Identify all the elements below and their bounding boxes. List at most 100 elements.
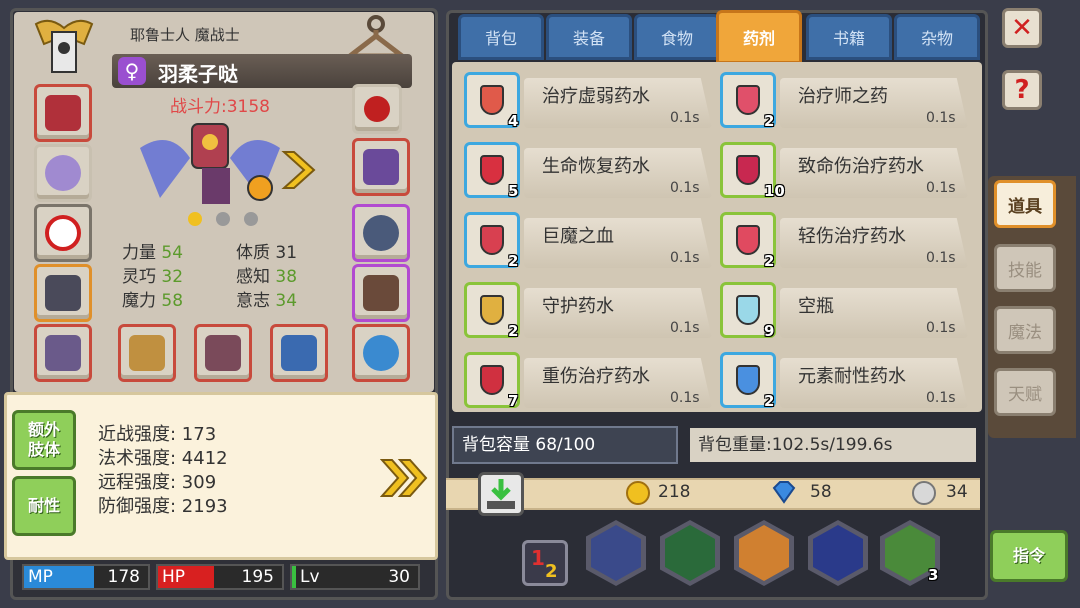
slot-head[interactable] [34,84,92,142]
tab-books[interactable]: 书籍 [806,14,892,60]
item-weight: 0.1s [926,110,956,126]
bag-capacity: 背包容量 68/100 [452,426,678,464]
level-bar: Lv 30 [290,564,420,590]
defense-strength: 防御强度: 2193 [98,496,228,517]
slot-body[interactable] [34,264,92,322]
expand-arrow-icon[interactable] [379,456,428,500]
tab-potions[interactable]: 药剂 [716,10,802,64]
potion-icon [736,295,760,325]
stat-magic: 魔力 58 [122,291,184,311]
slot-ranged[interactable] [270,324,328,382]
tab-backpack[interactable]: 背包 [458,14,544,60]
slot-ring-top[interactable] [352,84,402,134]
item-name: 治疗虚弱药水 [542,86,650,107]
tab-items[interactable]: 道具 [994,180,1056,228]
currency-bar [446,478,980,510]
item-name: 空瓶 [798,296,834,317]
female-icon: ♀ [118,57,146,85]
slot-feet[interactable] [352,264,410,322]
item-count: 2 [764,392,775,410]
slot-belt[interactable] [352,204,410,262]
belt-icon [363,215,399,251]
item-weight: 0.1s [670,390,700,406]
staff-icon [129,335,165,371]
tab-misc[interactable]: 杂物 [894,14,980,60]
item-count: 4 [508,112,519,130]
boots-icon [363,275,399,311]
sort-button[interactable] [478,472,524,516]
slot-weapon-off[interactable] [194,324,252,382]
help-button[interactable]: ? [1002,70,1042,110]
item-count: 2 [764,112,775,130]
slot-waist[interactable] [34,324,92,382]
tab-food[interactable]: 食物 [634,14,720,60]
svg-text:2: 2 [545,561,558,582]
svg-text:1: 1 [531,546,545,570]
skill-count: 3 [928,566,939,584]
slot-hand[interactable] [352,138,410,196]
slot-ring[interactable] [352,324,410,382]
item-count: 5 [508,182,519,200]
slot-weapon-main[interactable] [118,324,176,382]
stat-willpower: 意志 34 [236,291,298,311]
slot-back[interactable] [34,204,92,262]
bow-icon [281,335,317,371]
gem-amount: 58 [810,482,832,502]
potion-icon [480,295,504,325]
next-arrow-icon[interactable] [280,148,318,192]
tab-talents[interactable]: 天赋 [994,368,1056,416]
item-weight: 0.1s [926,180,956,196]
mp-bar: MP 178 [22,564,150,590]
wind-icon [813,525,863,581]
character-class-title: 耶鲁士人 魔战士 [130,26,240,44]
item-row[interactable]: 2 治疗师之药 0.1s [720,72,970,134]
close-button[interactable]: ✕ [1002,8,1042,48]
item-count: 7 [508,392,519,410]
guild-emblem-icon[interactable] [30,14,98,76]
item-name: 轻伤治疗药水 [798,226,906,247]
character-sprite [130,108,290,228]
command-button[interactable]: 指令 [990,530,1068,582]
item-row[interactable]: 7 重伤治疗药水 0.1s [464,352,714,410]
red-orb-icon [364,96,390,122]
tab-magic[interactable]: 魔法 [994,306,1056,354]
slot-neck[interactable] [34,144,92,202]
item-row[interactable]: 2 守护药水 0.1s [464,282,714,344]
gold-coin-icon [626,481,650,505]
item-name: 巨魔之血 [542,226,614,247]
item-count: 2 [508,322,519,340]
magic-bolt-icon [591,525,641,581]
item-count: 10 [764,182,785,200]
page-dots [188,212,258,228]
item-row[interactable]: 2 元素耐性药水 0.1s [720,352,970,410]
item-weight: 0.1s [670,250,700,266]
potion-icon [480,225,504,255]
name-plate [112,54,412,88]
gold-amount: 218 [658,482,691,502]
potion-icon [736,155,760,185]
item-name: 致命伤治疗药水 [798,156,924,177]
item-row[interactable]: 2 巨魔之血 0.1s [464,212,714,274]
item-row[interactable]: 9 空瓶 0.1s [720,282,970,344]
item-row[interactable]: 10 致命伤治疗药水 0.1s [720,142,970,204]
resistance-button[interactable]: 耐性 [12,476,76,536]
status-bars: MP 178 HP 195 Lv 30 [22,564,422,592]
tab-equipment[interactable]: 装备 [546,14,632,60]
item-name: 守护药水 [542,296,614,317]
tab-skills[interactable]: 技能 [994,244,1056,292]
item-row[interactable]: 4 治疗虚弱药水 0.1s [464,72,714,134]
item-weight: 0.1s [670,320,700,336]
item-row[interactable]: 2 轻伤治疗药水 0.1s [720,212,970,274]
helmet-icon [45,95,81,131]
item-weight: 0.1s [926,390,956,406]
bag-weight: 背包重量:102.5s/199.6s [690,428,976,462]
quickbar-page-button[interactable]: 12 [522,540,568,586]
item-weight: 0.1s [670,110,700,126]
item-weight: 0.1s [670,180,700,196]
potion-icon [480,155,504,185]
extra-limbs-button[interactable]: 额外 肢体 [12,410,76,470]
item-row[interactable]: 5 生命恢复药水 0.1s [464,142,714,204]
item-weight: 0.1s [926,250,956,266]
ranged-strength: 远程强度: 309 [98,472,217,493]
item-name: 生命恢复药水 [542,156,650,177]
